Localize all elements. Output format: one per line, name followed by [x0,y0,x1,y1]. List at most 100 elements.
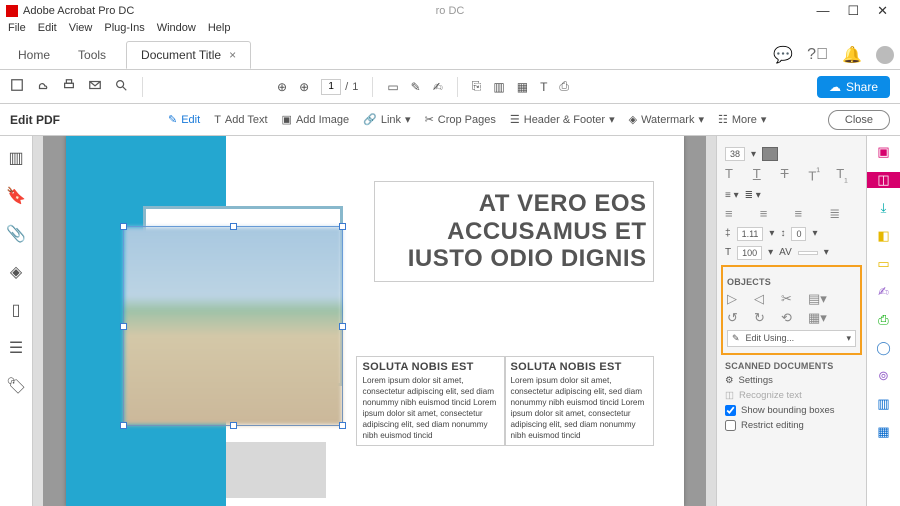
rr-organize-icon[interactable]: ⎙ [875,312,893,328]
page-up-icon[interactable]: ⊕ [277,80,287,94]
rr-protect-icon[interactable]: ◯ [875,340,893,356]
menu-edit[interactable]: Edit [38,22,57,40]
attachment-icon[interactable]: 📎 [6,224,26,244]
line-height-field[interactable]: 1.11 [737,227,764,241]
kerning-field[interactable] [798,251,818,255]
document-tab[interactable]: Document Title × [126,41,251,69]
align-right-icon[interactable]: ≡ [795,206,824,222]
maximize-button[interactable]: ☐ [847,3,859,19]
spacing-field[interactable]: 0 [791,227,806,241]
help-icon[interactable]: ?⃝ [807,46,828,64]
sign-icon[interactable]: ✍︎ [433,80,443,94]
label-icon[interactable]: 🏷 [6,376,26,396]
settings-row[interactable]: ⚙ Settings [725,375,858,386]
crop-button[interactable]: ✂ Crop Pages [425,113,496,126]
tags-icon[interactable]: ☰ [9,338,23,358]
tool1-icon[interactable]: ⎘ [472,79,482,94]
tool5-icon[interactable]: ⎙ [559,79,569,94]
t-sub-icon[interactable]: T₁ [836,166,858,185]
t-super-icon[interactable]: T¹ [808,166,830,185]
cloud-icon[interactable] [36,78,50,95]
font-size-field[interactable]: 38 [725,147,745,161]
page-current-input[interactable] [321,79,341,95]
bookmark-icon[interactable]: 🔖 [6,186,26,206]
scroll-gutter-right[interactable] [706,136,716,506]
align-left-icon[interactable]: ≡ [725,206,754,222]
rr-create-icon[interactable]: ▣ [875,144,893,160]
add-text-button[interactable]: T Add Text [214,114,267,126]
rr-optimize-icon[interactable]: ⊚ [875,368,893,384]
replace-icon[interactable]: ⟲ [781,310,802,326]
edit-button[interactable]: ✎ Edit [168,113,200,126]
restrict-checkbox[interactable] [725,420,736,431]
bell-icon[interactable]: 🔔 [842,45,862,65]
menu-file[interactable]: File [8,22,26,40]
t-under-icon[interactable]: T [753,166,775,185]
tool2-icon[interactable]: ▥ [493,80,504,94]
crop-icon[interactable]: ✂ [781,291,802,307]
align-obj-icon[interactable]: ▦▾ [808,310,829,326]
highlight-icon[interactable]: ✎ [411,80,421,94]
document-page[interactable]: AT VERO EOS ACCUSAMUS ET IUSTO ODIO DIGN… [66,136,684,506]
zoom-icon[interactable] [114,78,128,95]
mail-icon[interactable] [88,78,102,95]
headline-box[interactable]: AT VERO EOS ACCUSAMUS ET IUSTO ODIO DIGN… [374,181,654,282]
home-tab[interactable]: Home [6,42,62,68]
thumbnails-icon[interactable]: ▥ [8,148,23,168]
handle-tr[interactable] [339,223,346,230]
text-column-1[interactable]: SOLUTA NOBIS EST Lorem ipsum dolor sit a… [356,356,506,446]
page-icon[interactable]: ▯ [12,300,21,320]
watermark-button[interactable]: ◈ Watermark ▾ [629,113,704,126]
font-size-dropdown-icon[interactable]: ▾ [751,149,756,160]
comment-icon[interactable]: ▭ [387,80,398,94]
rr-sign-icon[interactable]: ✍︎ [875,284,893,300]
rotate-cw-icon[interactable]: ↻ [754,310,775,326]
more-button[interactable]: ☷ More ▾ [718,113,766,126]
align-center-icon[interactable]: ≡ [760,206,789,222]
rr-export-icon[interactable]: ⤓ [875,200,893,216]
handle-bl[interactable] [120,422,127,429]
text-icon[interactable]: T [540,80,547,94]
user-avatar[interactable] [876,46,894,64]
link-button[interactable]: 🔗 Link ▾ [363,113,410,126]
handle-ml[interactable] [120,323,127,330]
menu-help[interactable]: Help [208,22,231,40]
align-justify-icon[interactable]: ≣ [829,206,858,222]
hscale-field[interactable]: 100 [737,246,762,260]
bounding-checkbox[interactable] [725,405,736,416]
arrange-icon[interactable]: ▤▾ [808,291,829,307]
close-window-button[interactable]: ✕ [877,3,888,19]
scroll-gutter-left[interactable] [33,136,43,506]
t-strike-icon[interactable]: T [781,166,803,185]
page-down-icon[interactable]: ⊕ [299,80,309,94]
rr-comment-icon[interactable]: ◧ [875,228,893,244]
list-bullet-icon[interactable]: ≡ ▾ [725,190,739,201]
menu-plugins[interactable]: Plug-Ins [104,22,144,40]
edit-using-button[interactable]: ✎ Edit Using... ▾ [727,330,856,347]
rr-form-icon[interactable]: ▥ [875,396,893,412]
tools-tab[interactable]: Tools [66,42,118,68]
handle-bm[interactable] [230,422,237,429]
header-footer-button[interactable]: ☰ Header & Footer ▾ [510,113,615,126]
save-icon[interactable] [10,78,24,95]
rr-note-icon[interactable]: ▭ [875,256,893,272]
list-number-icon[interactable]: ≣ ▾ [745,190,761,201]
tool3-icon[interactable]: ▦ [517,80,528,94]
handle-tl[interactable] [120,223,127,230]
share-button[interactable]: ☁ Share [817,76,890,98]
handle-mr[interactable] [339,323,346,330]
print-icon[interactable] [62,78,76,95]
rr-more-icon[interactable]: ▦ [875,424,893,440]
flip-v-icon[interactable]: ◁ [754,291,775,307]
rr-edit-icon[interactable]: ◫ [867,172,900,188]
close-edit-button[interactable]: Close [828,110,890,130]
recognize-row[interactable]: ◫ Recognize text [725,390,858,401]
flip-h-icon[interactable]: ▷ [727,291,748,307]
t-regular-icon[interactable]: T [725,166,747,185]
rotate-ccw-icon[interactable]: ↺ [727,310,748,326]
handle-br[interactable] [339,422,346,429]
menu-window[interactable]: Window [157,22,196,40]
handle-tm[interactable] [230,223,237,230]
layers-icon[interactable]: ◈ [10,262,22,282]
text-column-2[interactable]: SOLUTA NOBIS EST Lorem ipsum dolor sit a… [504,356,654,446]
